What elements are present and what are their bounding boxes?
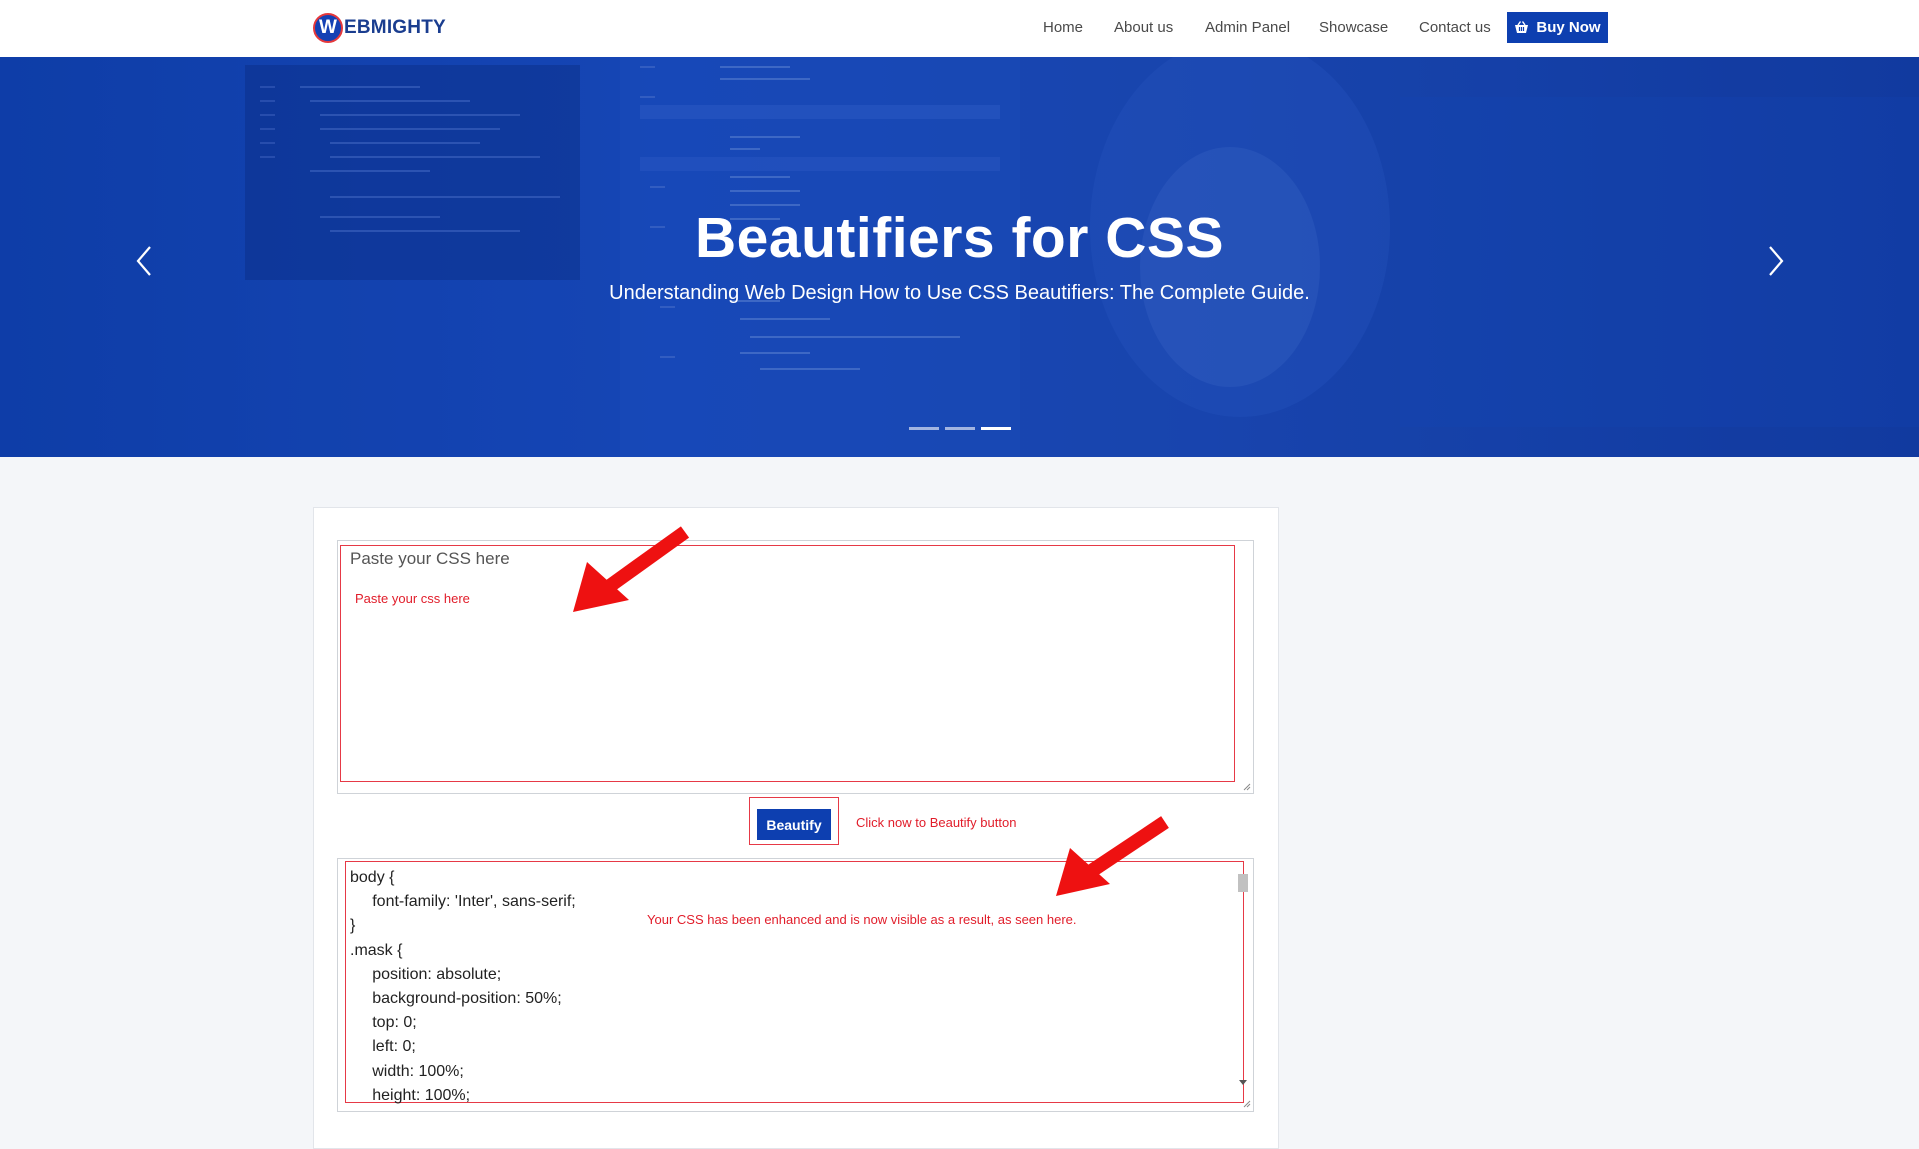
output-annotation-arrow-icon — [1056, 816, 1169, 896]
buy-now-button[interactable]: Buy Now — [1507, 12, 1608, 43]
basket-icon — [1515, 21, 1529, 33]
nav-home[interactable]: Home — [1043, 19, 1083, 36]
site-logo[interactable]: W EBMIGHTY — [313, 12, 446, 44]
carousel-prev-icon[interactable] — [130, 241, 160, 281]
site-header: W EBMIGHTY Home About us Admin Panel Sho… — [0, 0, 1919, 57]
code-line: position: absolute; — [350, 965, 502, 983]
css-input-placeholder: Paste your CSS here — [350, 549, 510, 568]
output-annotation: Your CSS has been enhanced and is now vi… — [647, 912, 1077, 927]
code-line: height: 100%; — [350, 1086, 471, 1104]
carousel-indicator-2[interactable] — [945, 427, 975, 430]
code-line: background-position: 50%; — [350, 989, 562, 1007]
scroll-down-icon[interactable] — [1239, 1080, 1247, 1086]
code-line: left: 0; — [350, 1038, 416, 1056]
hero-title: Beautifiers for CSS — [695, 206, 1224, 270]
nav-admin-panel[interactable]: Admin Panel — [1205, 19, 1290, 36]
hero-carousel: Beautifiers for CSS Understanding Web De… — [0, 57, 1919, 457]
carousel-indicators — [909, 427, 1011, 430]
code-line: .mask { — [350, 941, 403, 959]
buy-now-label: Buy Now — [1536, 19, 1601, 36]
output-resize-handle-icon[interactable] — [1243, 1100, 1251, 1108]
resize-handle-icon[interactable] — [1243, 783, 1251, 791]
code-line: } — [350, 917, 356, 935]
input-highlight-box — [340, 545, 1235, 782]
code-line: width: 100%; — [350, 1062, 464, 1080]
logo-text: EBMIGHTY — [344, 17, 446, 38]
carousel-indicator-3[interactable] — [981, 427, 1011, 430]
output-scrollbar-thumb[interactable] — [1238, 874, 1248, 892]
hero-subtitle: Understanding Web Design How to Use CSS … — [609, 282, 1310, 304]
nav-showcase[interactable]: Showcase — [1319, 19, 1388, 36]
nav-contact-us[interactable]: Contact us — [1419, 19, 1491, 36]
button-annotation: Click now to Beautify button — [856, 815, 1017, 830]
code-line: body { — [350, 869, 395, 886]
nav-about-us[interactable]: About us — [1114, 19, 1173, 36]
input-annotation-arrow-icon — [573, 526, 690, 612]
output-scrollbar[interactable] — [1237, 870, 1249, 1090]
beautify-button[interactable]: Beautify — [757, 809, 831, 840]
carousel-next-icon[interactable] — [1760, 241, 1790, 281]
code-line: font-family: 'Inter', sans-serif; — [350, 893, 576, 911]
code-line: top: 0; — [350, 1014, 417, 1032]
input-annotation: Paste your css here — [355, 591, 470, 606]
beautified-css-output: body { font-family: 'Inter', sans-serif;… — [350, 866, 576, 1108]
logo-badge: W — [313, 13, 343, 43]
carousel-indicator-1[interactable] — [909, 427, 939, 430]
